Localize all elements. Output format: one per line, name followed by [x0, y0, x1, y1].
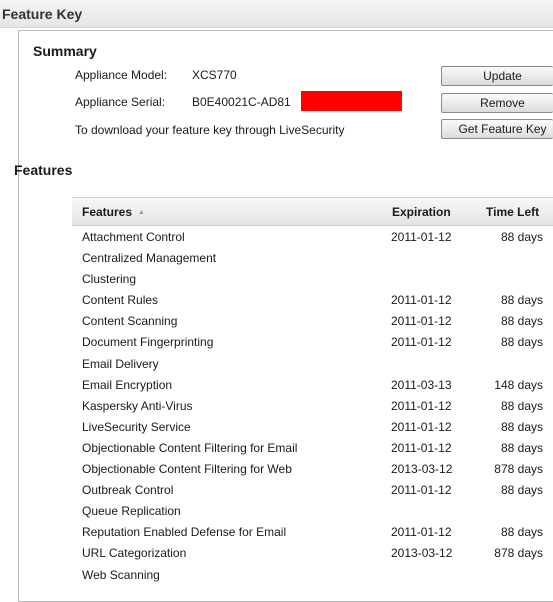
feature-expiration: 2011-01-12 — [391, 398, 452, 413]
features-table-body: Attachment Control 2011-01-12 88 days Centr… — [72, 226, 553, 585]
feature-name: Email Encryption — [82, 377, 173, 392]
feature-expiration: 2011-01-12 — [391, 525, 452, 540]
feature-name: LiveSecurity Service — [82, 419, 191, 434]
feature-name: Content Scanning — [82, 314, 178, 329]
feature-time-left: 88 days — [500, 335, 543, 350]
feature-expiration: 2011-01-12 — [391, 483, 452, 498]
table-row[interactable]: Objectionable Content Filtering for Emai… — [72, 437, 553, 458]
feature-name: Reputation Enabled Defense for Email — [82, 525, 287, 540]
feature-name: Attachment Control — [82, 230, 185, 244]
features-table-header: Features ▲ Expiration Time Left — [72, 197, 553, 226]
feature-expiration: 2013-03-12 — [391, 546, 453, 561]
appliance-serial-label: Appliance Serial: — [75, 95, 166, 109]
table-row[interactable]: Content Scanning 2011-01-12 88 days — [72, 310, 553, 331]
page-title: Feature Key — [0, 0, 553, 28]
feature-expiration: 2011-01-12 — [391, 293, 452, 308]
feature-name: Email Delivery — [82, 356, 159, 371]
feature-time-left: 148 days — [494, 377, 543, 392]
feature-expiration: 2011-03-13 — [391, 377, 452, 392]
table-row[interactable]: LiveSecurity Service 2011-01-12 88 days — [72, 416, 553, 437]
feature-name: Content Rules — [82, 293, 159, 308]
feature-expiration: 2011-01-12 — [391, 335, 452, 350]
table-row[interactable]: Kaspersky Anti-Virus 2011-01-12 88 days — [72, 395, 553, 416]
table-row[interactable]: Objectionable Content Filtering for Web 2… — [72, 458, 553, 479]
download-instructions: To download your feature key through Liv… — [75, 123, 345, 137]
table-row[interactable]: URL Categorization 2013-03-12 878 days — [72, 542, 553, 563]
features-title: Features — [14, 162, 73, 178]
feature-expiration: 2011-01-12 — [391, 314, 452, 329]
table-row[interactable]: Centralized Management — [72, 247, 553, 268]
table-row[interactable]: Outbreak Control 2011-01-12 88 days — [72, 479, 553, 500]
feature-time-left: 88 days — [500, 440, 543, 455]
feature-time-left: 88 days — [500, 525, 543, 540]
feature-time-left: 88 days — [500, 293, 543, 308]
feature-expiration: 2011-01-12 — [391, 230, 452, 244]
sort-ascending-icon: ▲ — [138, 209, 145, 216]
feature-expiration: 2013-03-12 — [391, 462, 453, 477]
feature-expiration: 2011-01-12 — [391, 440, 452, 455]
table-row[interactable]: Clustering — [72, 268, 553, 289]
table-row[interactable]: Document Fingerprinting 2011-01-12 88 days — [72, 331, 553, 352]
feature-time-left: 88 days — [500, 230, 543, 244]
table-row[interactable]: Email Encryption 2011-03-13 148 days — [72, 374, 553, 395]
feature-name: URL Categorization — [82, 546, 187, 561]
feature-name: Clustering — [82, 272, 137, 287]
serial-redaction — [301, 91, 402, 111]
table-row[interactable]: Email Delivery — [72, 353, 553, 374]
feature-time-left: 88 days — [500, 398, 543, 413]
feature-name: Objectionable Content Filtering for Web — [82, 462, 292, 477]
feature-name: Kaspersky Anti-Virus — [82, 398, 193, 413]
features-table: Features ▲ Expiration Time Left Attachmen… — [72, 197, 553, 585]
table-row[interactable]: Reputation Enabled Defense for Email 2011… — [72, 521, 553, 542]
feature-time-left: 878 days — [494, 462, 543, 477]
feature-name: Objectionable Content Filtering for Emai… — [82, 440, 298, 455]
feature-time-left: 88 days — [500, 314, 543, 329]
table-row[interactable]: Attachment Control 2011-01-12 88 days — [72, 226, 553, 247]
column-header-features[interactable]: Features ▲ — [82, 205, 145, 219]
feature-time-left: 88 days — [500, 419, 543, 434]
appliance-model-label: Appliance Model: — [75, 68, 168, 82]
appliance-model-value: XCS770 — [192, 68, 237, 82]
summary-title: Summary — [33, 43, 97, 59]
get-feature-key-button[interactable]: Get Feature Key — [441, 119, 553, 139]
remove-button[interactable]: Remove — [441, 93, 553, 113]
column-header-time-left[interactable]: Time Left — [486, 205, 539, 219]
feature-expiration: 2011-01-12 — [391, 419, 452, 434]
column-header-features-label: Features — [82, 205, 133, 219]
update-button[interactable]: Update — [441, 66, 553, 86]
column-header-expiration[interactable]: Expiration — [392, 205, 451, 219]
table-row[interactable]: Content Rules 2011-01-12 88 days — [72, 289, 553, 310]
table-row[interactable]: Web Scanning — [72, 564, 553, 585]
appliance-serial-value: B0E40021C-AD81 — [192, 95, 291, 109]
feature-name: Queue Replication — [82, 504, 181, 519]
feature-name: Centralized Management — [82, 251, 217, 266]
feature-name: Outbreak Control — [82, 483, 174, 498]
feature-name: Document Fingerprinting — [82, 335, 214, 350]
feature-time-left: 88 days — [500, 483, 543, 498]
feature-time-left: 878 days — [494, 546, 543, 561]
table-row[interactable]: Queue Replication — [72, 500, 553, 521]
feature-name: Web Scanning — [82, 567, 160, 582]
